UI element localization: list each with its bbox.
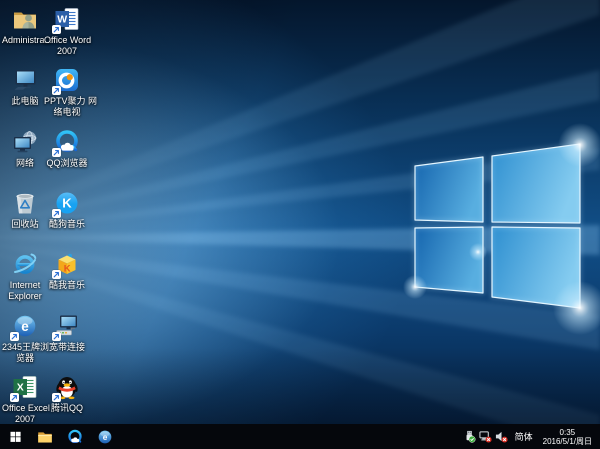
shortcut-arrow-icon: [52, 393, 61, 402]
desktop-icon-label: Office Excel2007: [2, 403, 48, 424]
desktop-icon-tencent-qq[interactable]: 腾讯QQ: [44, 374, 90, 414]
ie-icon: [12, 251, 38, 277]
clock-date: 2016/5/1/周日: [543, 437, 592, 446]
shortcut-arrow-icon: [52, 148, 61, 157]
desktop-icon-office-excel[interactable]: X Office Excel2007: [2, 374, 48, 424]
desktop-icon-pptv[interactable]: PPTV聚力 网络电视: [44, 67, 90, 118]
broadband-icon: [54, 313, 80, 339]
desktop-icon-2345-browser[interactable]: e 2345王牌浏览器: [2, 313, 48, 364]
shortcut-arrow-icon: [52, 332, 61, 341]
shortcut-arrow-icon: [52, 25, 61, 34]
start-icon: [9, 430, 22, 443]
desktop-icon-label: QQ浏览器: [44, 158, 90, 169]
desktop-icon-broadband[interactable]: 宽带连接: [44, 313, 90, 353]
user-folder-icon: [12, 6, 38, 32]
shortcut-arrow-icon: [52, 270, 61, 279]
desktop-icon-grid: Administra... W Office Word2007 此电脑PPTV聚力 网…: [0, 0, 600, 424]
this-pc-icon: [12, 67, 38, 93]
desktop-icon-network[interactable]: 网络: [2, 129, 48, 169]
desktop-icon-internet-explorer[interactable]: InternetExplorer: [2, 251, 48, 302]
excel-icon: X: [12, 374, 38, 400]
desktop-icon-label: 2345王牌浏览器: [2, 342, 48, 364]
clock-time: 0:35: [543, 428, 592, 437]
taskbar-buttons: e: [0, 424, 120, 449]
desktop-icon-this-pc[interactable]: 此电脑: [2, 67, 48, 107]
desktop-icon-office-word[interactable]: W Office Word2007: [44, 6, 90, 57]
tray-icons: [462, 424, 510, 449]
shortcut-arrow-icon: [10, 332, 19, 341]
taskbar-file-explorer-button[interactable]: [30, 424, 60, 449]
desktop[interactable]: Administra... W Office Word2007 此电脑PPTV聚力 网…: [0, 0, 600, 424]
shortcut-arrow-icon: [52, 86, 61, 95]
qq-browser-icon: [54, 129, 80, 155]
windows-desktop-screen: Administra... W Office Word2007 此电脑PPTV聚力 网…: [0, 0, 600, 449]
desktop-icon-label: InternetExplorer: [2, 280, 48, 302]
qq-penguin-icon: [54, 374, 80, 400]
taskbar: e 简体 0:35 2016/5/1/周日: [0, 424, 600, 449]
taskbar-clock[interactable]: 0:35 2016/5/1/周日: [538, 428, 597, 446]
svg-text:e: e: [103, 432, 108, 442]
svg-text:K: K: [64, 264, 71, 275]
desktop-icon-recycle-bin[interactable]: 回收站: [2, 190, 48, 230]
desktop-icon-label: 回收站: [2, 219, 48, 230]
volume-muted-icon[interactable]: [494, 424, 510, 449]
desktop-icon-label: 酷狗音乐: [44, 219, 90, 230]
qq-browser-icon: [67, 429, 83, 445]
word-icon: W: [54, 6, 80, 32]
svg-text:W: W: [57, 14, 67, 26]
e-sphere-icon: e: [12, 313, 38, 339]
pptv-icon: [54, 67, 80, 93]
desktop-icon-label: 酷我音乐: [44, 280, 90, 291]
start-button[interactable]: [0, 424, 30, 449]
recycle-bin-icon: [12, 190, 38, 216]
network-status-disconnected-icon[interactable]: [478, 424, 494, 449]
desktop-icon-qq-browser[interactable]: QQ浏览器: [44, 129, 90, 169]
desktop-icon-label: PPTV聚力 网络电视: [44, 96, 90, 118]
svg-text:K: K: [62, 196, 72, 211]
system-tray: 简体 0:35 2016/5/1/周日: [462, 424, 600, 449]
kugou-icon: K: [54, 190, 80, 216]
shortcut-arrow-icon: [10, 393, 19, 402]
desktop-icon-label: 宽带连接: [44, 342, 90, 353]
network-icon: [12, 129, 38, 155]
desktop-icon-label: Office Word2007: [44, 35, 90, 57]
svg-text:e: e: [21, 319, 29, 334]
desktop-icon-label: Administra...: [2, 35, 48, 46]
desktop-icon-label: 网络: [2, 158, 48, 169]
desktop-icon-label: 此电脑: [2, 96, 48, 107]
explorer-icon: [37, 429, 53, 445]
e-sphere-icon: e: [97, 429, 113, 445]
svg-text:X: X: [17, 382, 24, 394]
desktop-icon-administrator[interactable]: Administra...: [2, 6, 48, 46]
ime-indicator[interactable]: 简体: [510, 430, 538, 443]
taskbar-2345-browser-button[interactable]: e: [90, 424, 120, 449]
desktop-icon-kugou-music[interactable]: K 酷狗音乐: [44, 190, 90, 230]
shortcut-arrow-icon: [52, 209, 61, 218]
kuwo-icon: K: [54, 251, 80, 277]
desktop-icon-kuwo-music[interactable]: K 酷我音乐: [44, 251, 90, 291]
taskbar-qq-browser-button[interactable]: [60, 424, 90, 449]
desktop-icon-label: 腾讯QQ: [44, 403, 90, 414]
safely-remove-hardware-icon[interactable]: [462, 424, 478, 449]
